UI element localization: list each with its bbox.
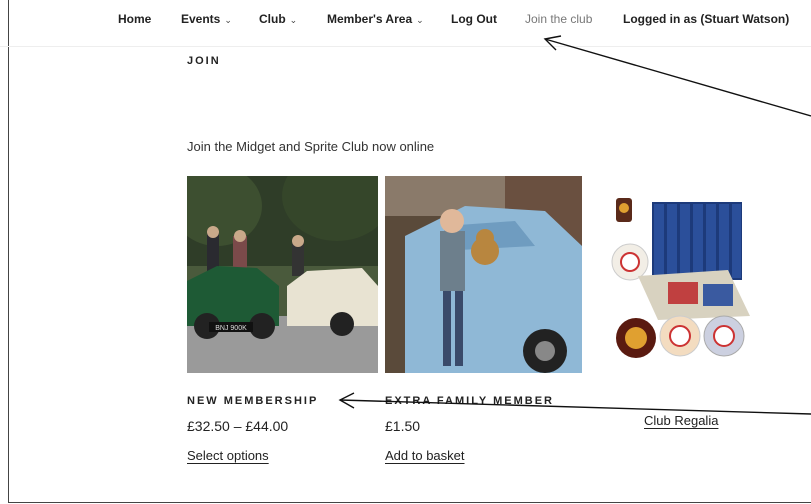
nav-home[interactable]: Home bbox=[118, 12, 151, 26]
child-with-blue-car-image bbox=[385, 176, 582, 373]
intro-text: Join the Midget and Sprite Club now onli… bbox=[187, 139, 435, 154]
select-options-button[interactable]: Select options bbox=[187, 448, 269, 463]
chevron-down-icon: ⌄ bbox=[416, 15, 424, 25]
nav-logged-in-as[interactable]: Logged in as (Stuart Watson) bbox=[623, 12, 789, 26]
nav-log-out[interactable]: Log Out bbox=[451, 12, 497, 26]
chevron-down-icon: ⌄ bbox=[224, 15, 232, 25]
nav-events-label: Events bbox=[181, 12, 221, 26]
nav-join-the-club[interactable]: Join the club bbox=[525, 12, 592, 26]
two-sports-cars-image: BNJ 900K bbox=[187, 176, 378, 373]
top-navigation: Home Events ⌄ Club ⌄ Member's Area ⌄ Log Ou… bbox=[0, 0, 811, 47]
child-with-blue-car-photo[interactable] bbox=[385, 176, 582, 373]
product-price-new-membership: £32.50 – £44.00 bbox=[187, 418, 289, 434]
nav-join-label: Join the club bbox=[525, 12, 593, 26]
license-plate-text: BNJ 900K bbox=[215, 325, 247, 332]
club-regalia-image bbox=[611, 198, 750, 358]
nav-members-area-label: Member's Area bbox=[327, 12, 413, 26]
chevron-down-icon: ⌄ bbox=[289, 15, 298, 25]
nav-club[interactable]: Club ⌄ bbox=[259, 12, 297, 26]
club-regalia-photo[interactable] bbox=[608, 186, 756, 363]
page-title: JOIN bbox=[187, 55, 221, 67]
nav-club-label: Club bbox=[259, 12, 286, 26]
club-regalia-link[interactable]: Club Regalia bbox=[644, 413, 718, 428]
nav-logged-in-label: Logged in as (Stuart Watson) bbox=[623, 12, 790, 26]
product-title-new-membership[interactable]: NEW MEMBERSHIP bbox=[187, 395, 318, 407]
nav-members-area[interactable]: Member's Area ⌄ bbox=[327, 12, 424, 26]
nav-home-label: Home bbox=[118, 12, 152, 26]
product-title-extra-family-member[interactable]: EXTRA FAMILY MEMBER bbox=[385, 395, 554, 407]
product-price-extra-family-member: £1.50 bbox=[385, 418, 421, 434]
two-sports-cars-photo[interactable]: BNJ 900K bbox=[187, 176, 378, 373]
nav-events[interactable]: Events ⌄ bbox=[181, 12, 232, 26]
add-to-basket-button[interactable]: Add to basket bbox=[385, 448, 465, 463]
nav-log-out-label: Log Out bbox=[451, 12, 497, 26]
